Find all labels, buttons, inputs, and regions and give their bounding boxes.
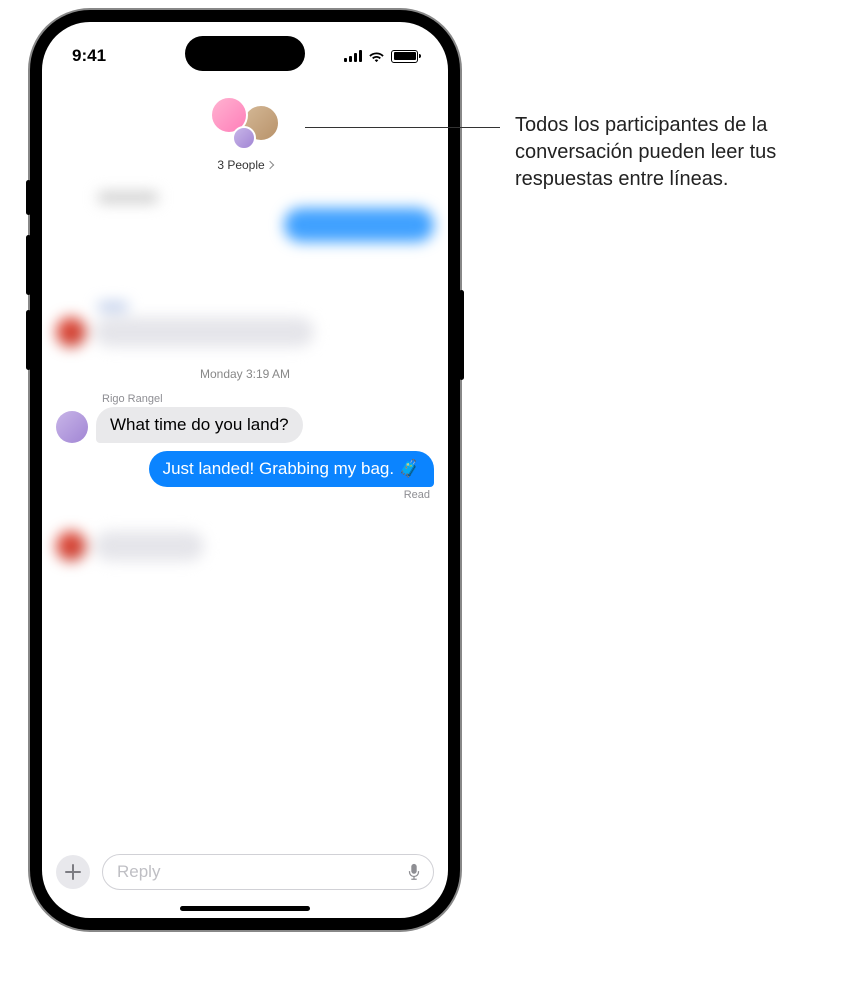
people-count-label[interactable]: 3 People bbox=[217, 158, 272, 172]
conversation-area[interactable]: Monday 3:19 AM Rigo Rangel What time do … bbox=[42, 182, 448, 591]
timestamp-label: Monday 3:19 AM bbox=[56, 367, 434, 381]
sender-avatar[interactable] bbox=[56, 411, 88, 443]
blurred-message-group-3 bbox=[56, 531, 434, 561]
sender-name-label: Rigo Rangel bbox=[102, 393, 434, 405]
conversation-header[interactable]: 3 People bbox=[42, 76, 448, 182]
battery-icon bbox=[391, 50, 418, 63]
cellular-signal-icon bbox=[344, 50, 362, 62]
side-button-vol-up bbox=[26, 235, 31, 295]
status-right bbox=[344, 50, 418, 63]
screen: 9:41 3 People bbox=[42, 22, 448, 918]
people-count-text: 3 People bbox=[217, 158, 264, 172]
side-button-right bbox=[459, 290, 464, 380]
participant-avatar-3 bbox=[232, 126, 256, 150]
side-button-vol-down bbox=[26, 310, 31, 370]
plus-icon bbox=[64, 863, 82, 881]
home-indicator[interactable] bbox=[180, 906, 310, 911]
callout-line bbox=[305, 127, 500, 128]
dynamic-island bbox=[185, 36, 305, 71]
status-time: 9:41 bbox=[72, 46, 106, 66]
reply-placeholder: Reply bbox=[117, 862, 160, 882]
side-button-mute bbox=[26, 180, 31, 215]
phone-frame: 9:41 3 People bbox=[30, 10, 460, 930]
incoming-message-row: What time do you land? bbox=[56, 407, 434, 443]
wifi-icon bbox=[368, 50, 385, 63]
blurred-message-group-2 bbox=[56, 302, 434, 347]
microphone-icon[interactable] bbox=[405, 863, 423, 881]
outgoing-message-bubble[interactable]: Just landed! Grabbing my bag. 🧳 bbox=[149, 451, 434, 487]
callout-text: Todos los participantes de la conversaci… bbox=[515, 112, 815, 193]
outgoing-message-row: Just landed! Grabbing my bag. 🧳 bbox=[56, 451, 434, 487]
chevron-right-icon bbox=[265, 161, 273, 169]
incoming-message-bubble[interactable]: What time do you land? bbox=[96, 407, 303, 443]
reply-input[interactable]: Reply bbox=[102, 854, 434, 890]
blurred-message-group-1 bbox=[56, 192, 434, 242]
group-avatar-cluster[interactable] bbox=[210, 96, 280, 152]
add-button[interactable] bbox=[56, 855, 90, 889]
read-receipt-label: Read bbox=[56, 489, 430, 501]
input-bar: Reply bbox=[42, 844, 448, 900]
